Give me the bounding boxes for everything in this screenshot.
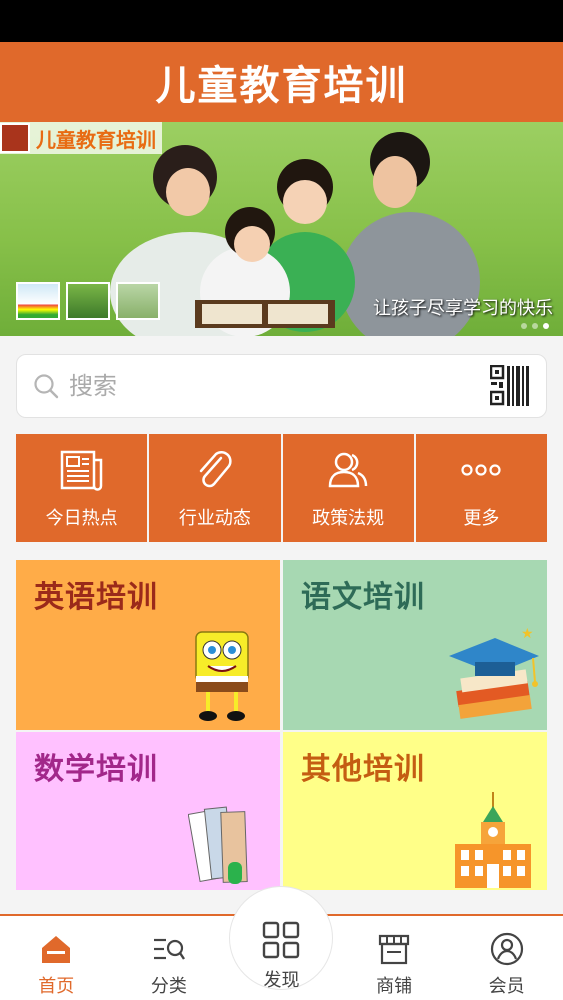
category-label: 数学培训 (34, 752, 158, 787)
category-label: 语文培训 (301, 580, 425, 615)
carousel-dot-active[interactable] (543, 323, 549, 329)
tab-member[interactable]: 会员 (450, 916, 563, 1000)
quick-nav-more[interactable]: 更多 (415, 434, 547, 542)
graduation-books-icon: ★ (449, 626, 539, 719)
search-bar[interactable] (16, 354, 547, 418)
category-other[interactable]: 其他培训 (283, 732, 547, 890)
tab-store[interactable]: 商铺 (338, 916, 451, 1000)
quick-nav-industry-news[interactable]: 行业动态 (149, 434, 281, 542)
quick-nav-label: 行业动态 (178, 508, 251, 529)
status-bar (0, 0, 563, 42)
category-grid: 英语培训 语文培训 ★ 数学培训 其他培训 (16, 560, 547, 890)
quick-nav-label: 更多 (463, 508, 500, 529)
tab-label: 会员 (488, 976, 525, 997)
store-icon (378, 934, 410, 965)
carousel-dot[interactable] (521, 323, 527, 329)
carousel-indicators[interactable] (521, 323, 549, 329)
book-stack-icon (188, 806, 248, 884)
qr-code-icon[interactable] (490, 365, 530, 407)
newspaper-icon (60, 450, 102, 491)
banner-logo-text: 儿童教育培训 (36, 127, 156, 152)
bottom-tab-bar: 首页 分类 发现 商铺 会员 (0, 886, 563, 1000)
search-icon (34, 374, 59, 399)
tab-label: 发现 (263, 970, 300, 991)
people-icon (328, 452, 368, 488)
tab-label: 首页 (38, 976, 75, 997)
app-header: 儿童教育培训 (0, 42, 563, 122)
quick-nav-label: 政策法规 (312, 508, 385, 529)
quick-nav: 今日热点 行业动态 政策法规 更多 (16, 434, 547, 542)
banner-logo: 儿童教育培训 (0, 122, 162, 154)
page-title: 儿童教育培训 (155, 63, 408, 109)
banner-thumbnail-kids (66, 282, 110, 320)
tab-label: 分类 (150, 976, 187, 997)
banner-caption: 让孩子尽享学习的快乐 (373, 298, 553, 319)
tab-home[interactable]: 首页 (0, 916, 113, 1000)
paperclip-icon (199, 451, 232, 488)
tab-discover[interactable]: 发现 (225, 886, 338, 1000)
banner-carousel[interactable]: 儿童教育培训 让孩子尽享学习的快乐 (0, 122, 563, 336)
banner-thumbnail-rainbow (16, 282, 60, 320)
tab-category[interactable]: 分类 (113, 916, 226, 1000)
category-label: 其他培训 (301, 752, 425, 787)
quick-nav-today-hot[interactable]: 今日热点 (16, 434, 148, 542)
home-icon (42, 936, 71, 963)
logo-mark-icon (0, 123, 30, 153)
user-icon (490, 932, 523, 966)
quick-nav-policy[interactable]: 政策法规 (282, 434, 414, 542)
grid-icon (263, 921, 300, 959)
banner-thumbnail-family (116, 282, 160, 320)
category-chinese[interactable]: 语文培训 ★ (283, 560, 547, 730)
more-dots-icon (461, 464, 501, 476)
category-label: 英语培训 (34, 580, 158, 615)
search-input[interactable] (69, 372, 449, 400)
carousel-dot[interactable] (532, 323, 538, 329)
category-english[interactable]: 英语培训 (16, 560, 280, 730)
school-building-icon (455, 792, 531, 888)
category-math[interactable]: 数学培训 (16, 732, 280, 890)
svg-text:★: ★ (521, 626, 534, 642)
cartoon-sponge-icon (195, 631, 249, 721)
category-search-icon (153, 938, 185, 960)
quick-nav-label: 今日热点 (45, 508, 118, 529)
tab-label: 商铺 (376, 976, 413, 997)
